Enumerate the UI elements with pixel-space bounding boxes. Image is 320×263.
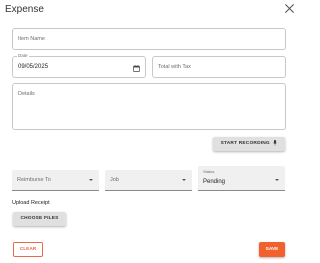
choose-files-label: CHOOSE FILES [20, 216, 59, 221]
reimburse-to-select[interactable]: Reimburse To [12, 170, 99, 191]
details-placeholder: Details [18, 91, 35, 97]
status-value: Pending [203, 179, 226, 185]
calendar-icon[interactable] [133, 65, 140, 72]
choose-files-button[interactable]: CHOOSE FILES [13, 212, 66, 226]
start-recording-button[interactable]: START RECORDING [213, 137, 285, 151]
status-select[interactable]: Status Pending [198, 166, 285, 191]
job-placeholder: Job [110, 177, 119, 183]
dialog-title: Expense [5, 4, 44, 15]
total-with-tax-field[interactable]: Total with Tax [152, 56, 286, 78]
job-select[interactable]: Job [105, 170, 192, 191]
date-field[interactable]: Date 09/05/2025 [12, 53, 146, 78]
date-value: 09/05/2025 [18, 64, 49, 70]
chevron-down-icon [275, 179, 279, 181]
upload-receipt-label: Upload Receipt [12, 200, 50, 206]
clear-label: CLEAR [19, 247, 37, 252]
reimburse-to-placeholder: Reimburse To [17, 177, 51, 183]
status-label: Status [203, 169, 215, 174]
save-button[interactable]: SAVE [259, 242, 285, 257]
total-with-tax-placeholder: Total with Tax [158, 64, 191, 70]
expense-dialog: Expense Item Name Date 09/05/2025 Total … [0, 0, 300, 263]
save-label: SAVE [265, 247, 279, 252]
details-textarea[interactable]: Details [12, 83, 286, 130]
date-label: Date [17, 53, 29, 58]
chevron-down-icon [89, 179, 93, 181]
chevron-down-icon [182, 179, 186, 181]
item-name-placeholder: Item Name [18, 36, 45, 42]
item-name-field[interactable]: Item Name [12, 28, 286, 50]
clear-button[interactable]: CLEAR [13, 242, 43, 257]
start-recording-label: START RECORDING [220, 141, 270, 146]
close-icon[interactable] [284, 3, 295, 14]
microphone-icon [273, 139, 278, 146]
